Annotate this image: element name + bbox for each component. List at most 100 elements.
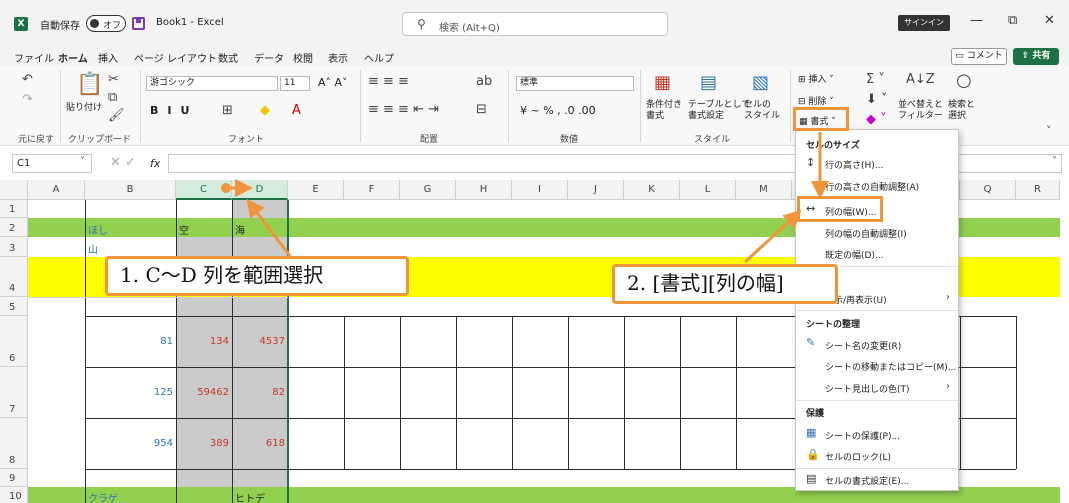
align-left-icon[interactable]: ≡ ≡ ≡ ⇤ ⇥ [368, 102, 439, 117]
menu-autofit-column[interactable]: 列の幅の自動調整(I) [825, 227, 907, 240]
formula-expand-icon[interactable]: ˅ [1052, 156, 1057, 167]
table-format-icon[interactable]: ▤ [700, 72, 717, 93]
col-header-i[interactable]: I [512, 180, 568, 200]
tab-file[interactable]: ファイル [14, 50, 54, 65]
cancel-icon[interactable]: ✕ ✓ [110, 155, 136, 170]
col-header-e[interactable]: E [288, 180, 344, 200]
menu-row-height[interactable]: 行の高さ(H)... [825, 158, 883, 171]
col-header-q[interactable]: Q [960, 180, 1016, 200]
menu-format-cells[interactable]: セルの書式設定(E)... [825, 474, 909, 487]
tab-data[interactable]: データ [254, 50, 284, 65]
font-color-icon[interactable]: A [292, 103, 301, 118]
number-format-icons[interactable]: ¥ ~ % , .0 .00 [520, 104, 596, 117]
number-format-select[interactable]: 標準 [516, 76, 634, 91]
cell-c7[interactable]: 59462 [178, 387, 229, 398]
row-header-9[interactable]: 9 [0, 469, 28, 487]
delete-button[interactable]: ⊟ 削除 ˅ [798, 94, 834, 107]
tab-page-layout[interactable]: ページ レイアウト [134, 50, 217, 65]
tab-review[interactable]: 校閲 [293, 50, 313, 65]
row-header-6[interactable]: 6 [0, 316, 28, 367]
conditional-format-icon[interactable]: ▦ [654, 72, 671, 93]
col-header-j[interactable]: J [568, 180, 624, 200]
menu-autofit-row[interactable]: 行の高さの自動調整(A) [825, 180, 919, 193]
col-header-b[interactable]: B [85, 180, 176, 200]
merge-cells-icon[interactable]: ⊟ [476, 102, 487, 117]
row-header-8[interactable]: 8 [0, 418, 28, 469]
tab-view[interactable]: 表示 [328, 50, 348, 65]
cell-b8[interactable]: 954 [130, 438, 173, 449]
fill-color-icon[interactable]: ◆ [260, 103, 270, 118]
cut-icon[interactable]: ✂ [108, 72, 119, 87]
font-size-select[interactable]: 11 [280, 76, 310, 91]
tab-help[interactable]: ヘルプ [364, 50, 394, 65]
format-painter-icon[interactable]: 🖌 [108, 108, 125, 123]
conditional-format-label[interactable]: 条件付き 書式 [646, 100, 682, 122]
col-header-r[interactable]: R [1016, 180, 1060, 200]
insert-button[interactable]: ⊞ 挿入 ˅ [798, 72, 834, 85]
row-header-2[interactable]: 2 [0, 218, 28, 237]
wrap-text-icon[interactable]: ab [476, 74, 492, 89]
table-format-label[interactable]: テーブルとして 書式設定 [688, 100, 750, 122]
row-header-4[interactable]: 4 [0, 257, 28, 297]
col-header-l[interactable]: L [680, 180, 736, 200]
cell-b2[interactable]: ほし [88, 222, 108, 237]
col-header-m[interactable]: M [736, 180, 792, 200]
row-header-7[interactable]: 7 [0, 367, 28, 418]
cell-b7[interactable]: 125 [130, 387, 173, 398]
fill-icon[interactable]: ⬇ ˅ [866, 92, 888, 107]
menu-rename-sheet[interactable]: シート名の変更(R) [825, 339, 901, 352]
fx-icon[interactable]: fx [150, 157, 160, 170]
autosum-icon[interactable]: Σ ˅ [866, 72, 885, 87]
cell-c8[interactable]: 389 [178, 438, 229, 449]
menu-lock-cell[interactable]: セルのロック(L) [825, 450, 891, 463]
select-all-corner[interactable] [0, 180, 28, 200]
font-grow-shrink-icon[interactable]: A˄ A˅ [318, 76, 348, 89]
tab-insert[interactable]: 挿入 [98, 50, 118, 65]
cell-b3[interactable]: 山 [88, 241, 98, 256]
menu-default-width[interactable]: 既定の幅(D)... [825, 248, 884, 261]
active-cell-c1[interactable] [176, 200, 233, 218]
font-name-select[interactable]: 游ゴシック [146, 76, 278, 91]
cell-d8[interactable]: 618 [234, 438, 285, 449]
cell-style-icon[interactable]: ▧ [752, 72, 769, 93]
search-box[interactable]: ⚲ 検索 (Alt+Q) [402, 12, 668, 36]
cell-style-label[interactable]: セルの スタイル [744, 100, 780, 122]
row-header-1[interactable]: 1 [0, 200, 28, 218]
save-icon[interactable] [132, 17, 145, 30]
cell-b6[interactable]: 81 [130, 336, 173, 347]
align-top-icon[interactable]: ≡ ≡ ≡ [368, 74, 409, 89]
menu-protect-sheet[interactable]: シートの保護(P)... [825, 429, 900, 442]
sort-filter-icon[interactable]: A↓Z [906, 72, 935, 87]
col-header-c[interactable]: C [176, 180, 232, 200]
cell-d10[interactable]: ヒトデ [235, 490, 265, 503]
menu-tab-color[interactable]: シート見出しの色(T) [825, 382, 910, 395]
minimize-button[interactable]: — [970, 13, 983, 28]
cell-c2[interactable]: 空 [179, 222, 189, 237]
border-icon[interactable]: ⊞ [222, 103, 233, 118]
undo-icon[interactable]: ↶ [22, 72, 33, 87]
cell-d7[interactable]: 82 [234, 387, 285, 398]
cell-d2[interactable]: 海 [235, 222, 245, 237]
share-button[interactable]: ⇪ 共有 [1013, 48, 1059, 65]
bold-italic-underline-icon[interactable]: BIU [150, 104, 198, 117]
row-header-10[interactable]: 10 [0, 487, 28, 503]
close-button[interactable]: ✕ [1044, 13, 1055, 28]
col-header-h[interactable]: H [456, 180, 512, 200]
find-select-label[interactable]: 検索と 選択 [948, 100, 975, 122]
tab-formulas[interactable]: 数式 [218, 50, 238, 65]
paste-label[interactable]: 貼り付け [66, 100, 102, 113]
cell-c6[interactable]: 134 [178, 336, 229, 347]
col-header-d[interactable]: D [232, 180, 288, 200]
comment-button[interactable]: ▭ コメント [951, 48, 1007, 65]
namebox-dropdown-icon[interactable]: ˅ [80, 156, 85, 167]
restore-button[interactable]: ⧉ [1008, 13, 1017, 28]
copy-icon[interactable]: ⧉ [108, 90, 117, 105]
menu-move-copy-sheet[interactable]: シートの移動またはコピー(M)... [825, 360, 956, 373]
col-header-a[interactable]: A [28, 180, 85, 200]
col-header-f[interactable]: F [344, 180, 400, 200]
cell-d6[interactable]: 4537 [234, 336, 285, 347]
clear-icon[interactable]: ◆ ˅ [866, 112, 887, 127]
find-select-icon[interactable]: ○ [956, 70, 972, 91]
collapse-ribbon-icon[interactable]: ˅ [1046, 124, 1052, 137]
redo-icon[interactable]: ↷ [22, 92, 33, 107]
